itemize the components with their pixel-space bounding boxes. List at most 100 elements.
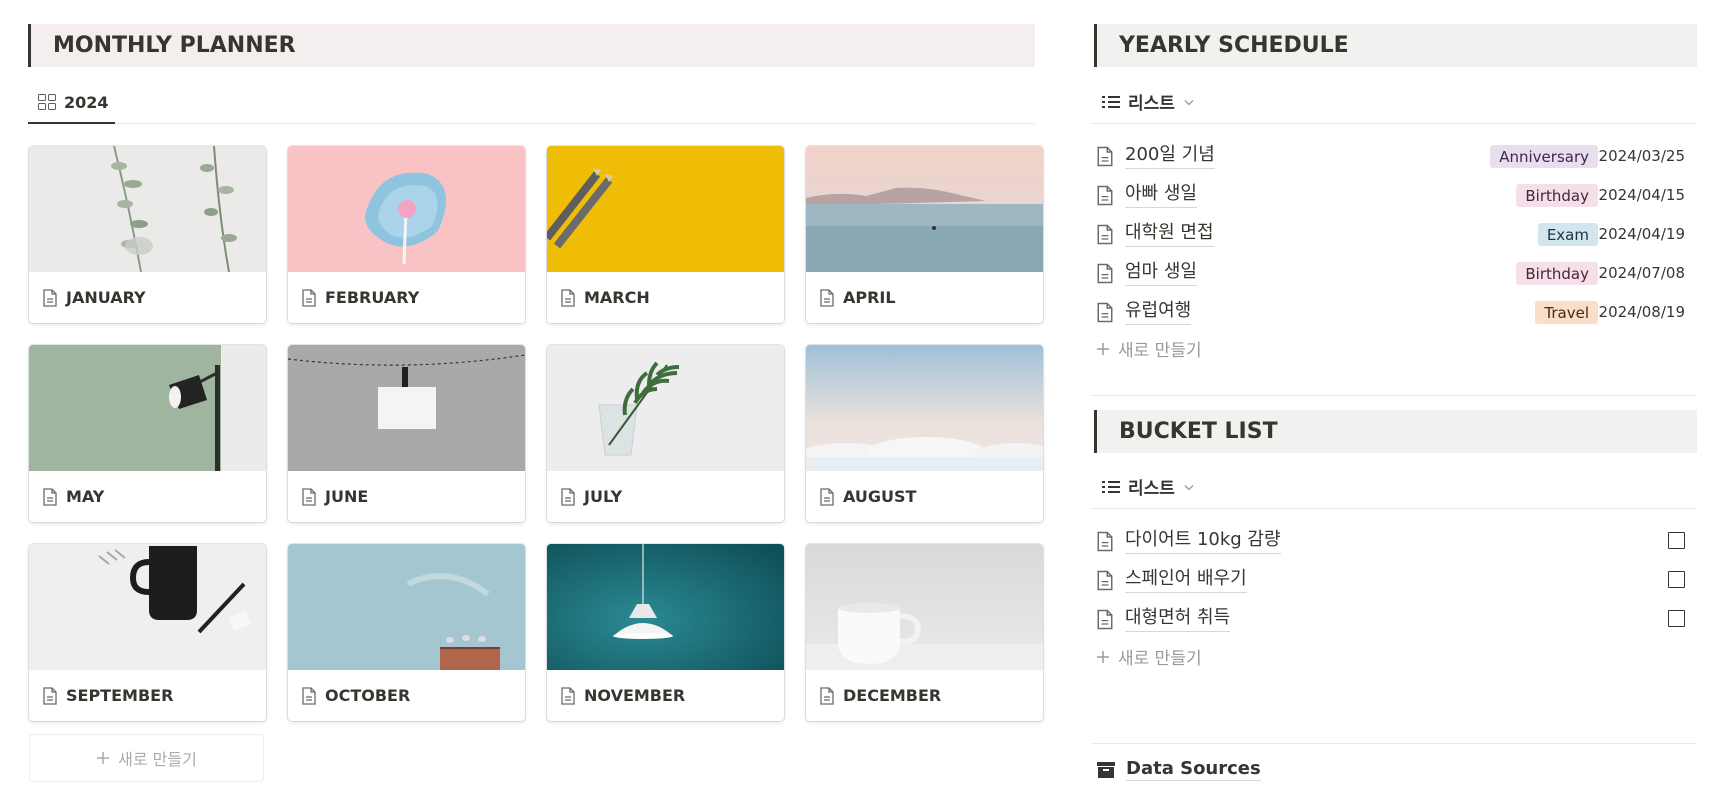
new-month-button[interactable]: 새로 만들기	[29, 734, 264, 782]
monthly-planner-title: MONTHLY PLANNER	[53, 33, 296, 58]
card-cover-image	[806, 544, 1043, 670]
month-card-january[interactable]: JANUARY	[29, 146, 266, 323]
month-card-june[interactable]: JUNE	[288, 345, 525, 522]
page-icon	[1097, 185, 1113, 206]
bucket-list-title: BUCKET LIST	[1119, 419, 1278, 444]
schedule-name: 200일 기념	[1125, 140, 1215, 169]
month-card-may[interactable]: MAY	[29, 345, 266, 522]
page-icon	[820, 686, 834, 705]
card-cover-image	[288, 146, 525, 272]
section-divider	[1092, 395, 1697, 396]
yearly-schedule-title: YEARLY SCHEDULE	[1119, 33, 1349, 58]
card-title: FEBRUARY	[288, 272, 525, 323]
page-icon	[1097, 570, 1113, 591]
data-sources-label: Data Sources	[1126, 758, 1261, 781]
card-cover-image	[29, 345, 266, 471]
page-icon	[43, 487, 57, 506]
month-card-february[interactable]: FEBRUARY	[288, 146, 525, 323]
page-icon	[561, 686, 575, 705]
card-title-label: MARCH	[584, 288, 650, 307]
schedule-tag: Travel	[1535, 301, 1598, 324]
new-schedule-label: 새로 만들기	[1118, 341, 1202, 361]
page-icon	[1097, 263, 1113, 284]
page-icon	[1097, 224, 1113, 245]
month-card-march[interactable]: MARCH	[547, 146, 784, 323]
card-cover-image	[29, 146, 266, 272]
bucket-row[interactable]: 다이어트 10kg 감량	[1094, 522, 1697, 558]
list-icon	[1102, 95, 1120, 109]
bucket-list-view-button[interactable]: 리스트	[1102, 474, 1195, 499]
schedule-row[interactable]: 대학원 면접 Exam 2024/04/19	[1094, 215, 1697, 251]
schedule-tag: Anniversary	[1490, 145, 1598, 168]
page-icon	[43, 288, 57, 307]
card-title-label: OCTOBER	[325, 686, 411, 705]
list-icon	[1102, 480, 1120, 494]
yearly-view-label: 리스트	[1128, 94, 1175, 114]
month-card-july[interactable]: JULY	[547, 345, 784, 522]
bucket-list-header: BUCKET LIST	[1094, 410, 1697, 453]
bucket-checkbox[interactable]	[1668, 532, 1685, 549]
card-title-label: JANUARY	[66, 288, 146, 307]
schedule-tag: Birthday	[1516, 262, 1598, 285]
page-icon	[1097, 146, 1113, 167]
bucket-checkbox[interactable]	[1668, 571, 1685, 588]
month-card-december[interactable]: DECEMBER	[806, 544, 1043, 721]
bucket-divider	[1092, 508, 1697, 509]
new-schedule-button[interactable]: 새로 만들기	[1096, 336, 1202, 361]
schedule-tag: Exam	[1537, 223, 1598, 246]
chevron-down-icon	[1184, 484, 1194, 490]
page-icon	[1097, 609, 1113, 630]
card-title: JULY	[547, 471, 784, 522]
bucket-view-label: 리스트	[1128, 479, 1175, 499]
bucket-checkbox[interactable]	[1668, 610, 1685, 627]
bucket-row[interactable]: 스페인어 배우기	[1094, 561, 1697, 597]
new-month-label: 새로 만들기	[118, 750, 197, 769]
schedule-row[interactable]: 200일 기념 Anniversary 2024/03/25	[1094, 137, 1697, 173]
card-cover-image	[806, 345, 1043, 471]
month-card-november[interactable]: NOVEMBER	[547, 544, 784, 721]
card-cover-image	[806, 146, 1043, 272]
card-title-label: JUNE	[325, 487, 369, 506]
card-title-label: DECEMBER	[843, 686, 942, 705]
schedule-date: 2024/07/08	[1598, 264, 1685, 282]
card-cover-image	[547, 345, 784, 471]
schedule-name: 유럽여행	[1125, 296, 1192, 325]
bucket-name: 스페인어 배우기	[1125, 564, 1247, 593]
archive-icon	[1097, 761, 1115, 778]
bucket-name: 다이어트 10kg 감량	[1125, 525, 1281, 554]
card-title: MAY	[29, 471, 266, 522]
page-icon	[302, 288, 316, 307]
schedule-date: 2024/04/19	[1598, 225, 1685, 243]
card-title: JANUARY	[29, 272, 266, 323]
page-icon	[43, 686, 57, 705]
plus-icon	[97, 752, 110, 764]
card-title: JUNE	[288, 471, 525, 522]
month-card-october[interactable]: OCTOBER	[288, 544, 525, 721]
tab-2024[interactable]: 2024	[28, 82, 115, 124]
page-icon	[302, 487, 316, 506]
schedule-name: 대학원 면접	[1125, 218, 1214, 247]
yearly-list-view-button[interactable]: 리스트	[1102, 89, 1195, 114]
schedule-name: 아빠 생일	[1125, 179, 1197, 208]
month-card-august[interactable]: AUGUST	[806, 345, 1043, 522]
card-cover-image	[547, 146, 784, 272]
page-icon	[820, 487, 834, 506]
card-cover-image	[547, 544, 784, 670]
month-card-april[interactable]: APRIL	[806, 146, 1043, 323]
yearly-divider	[1092, 123, 1697, 124]
new-bucket-button[interactable]: 새로 만들기	[1096, 644, 1202, 669]
card-title-label: NOVEMBER	[584, 686, 686, 705]
schedule-row[interactable]: 엄마 생일 Birthday 2024/07/08	[1094, 254, 1697, 290]
schedule-row[interactable]: 아빠 생일 Birthday 2024/04/15	[1094, 176, 1697, 212]
page-icon	[561, 288, 575, 307]
data-sources-link[interactable]: Data Sources	[1096, 758, 1261, 781]
bucket-row[interactable]: 대형면허 취득	[1094, 600, 1697, 636]
schedule-row[interactable]: 유럽여행 Travel 2024/08/19	[1094, 293, 1697, 329]
card-title-label: MAY	[66, 487, 105, 506]
card-title: SEPTEMBER	[29, 670, 266, 721]
new-bucket-label: 새로 만들기	[1118, 649, 1202, 669]
schedule-tag: Birthday	[1516, 184, 1598, 207]
month-card-september[interactable]: SEPTEMBER	[29, 544, 266, 721]
page-icon	[1097, 531, 1113, 552]
chevron-down-icon	[1184, 99, 1194, 105]
